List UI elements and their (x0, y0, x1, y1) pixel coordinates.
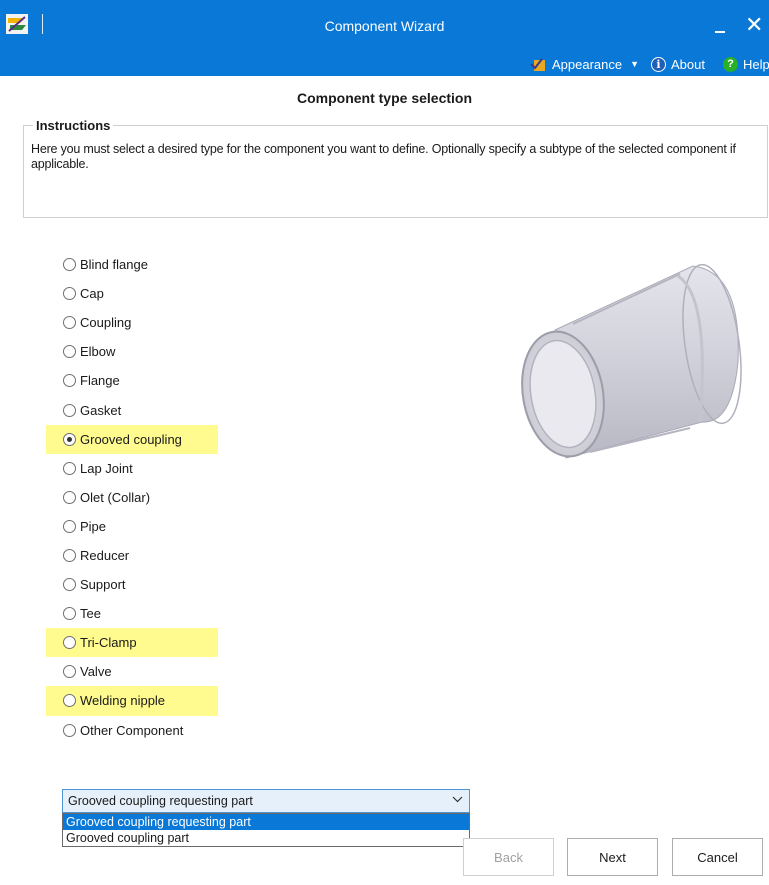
appearance-menu[interactable]: Appearance ▼ (530, 52, 639, 76)
dropdown-option[interactable]: Grooved coupling part (63, 830, 469, 846)
radio-option-label: Valve (80, 664, 112, 680)
radio-option[interactable]: Support (46, 570, 226, 599)
radio-button-icon[interactable] (63, 694, 76, 708)
radio-option-label: Lap Joint (80, 460, 133, 476)
radio-option[interactable]: Tee (46, 599, 226, 628)
component-preview-image (521, 263, 742, 459)
about-button[interactable]: i About (651, 52, 705, 76)
radio-option[interactable]: Welding nipple (46, 686, 218, 716)
radio-option-label: Other Component (80, 722, 184, 738)
radio-option-label: Pipe (80, 518, 107, 534)
radio-option[interactable]: Tri-Clamp (46, 628, 218, 658)
radio-option[interactable]: Valve (46, 657, 226, 686)
appearance-icon (530, 57, 545, 71)
cancel-button[interactable]: Cancel (672, 838, 763, 876)
about-label: About (671, 56, 705, 72)
minimize-button[interactable] (712, 20, 732, 40)
radio-option-label: Flange (80, 373, 120, 389)
subtype-dropdown-list: Grooved coupling requesting part Grooved … (62, 813, 470, 847)
subtype-selected-value: Grooved coupling requesting part (68, 794, 253, 808)
radio-option-label: Grooved coupling (80, 431, 182, 447)
radio-button-icon[interactable] (63, 578, 76, 592)
radio-button-icon[interactable] (63, 432, 76, 446)
radio-option-label: Gasket (80, 402, 122, 418)
title-bar: Component Wizard ✕ Appearance ▼ i About … (0, 0, 769, 76)
radio-button-icon[interactable] (63, 607, 76, 621)
radio-button-icon[interactable] (63, 548, 76, 562)
instructions-text: Here you must select a desired type for … (31, 142, 736, 171)
radio-option-label: Tri-Clamp (80, 635, 137, 651)
info-icon: i (651, 56, 666, 72)
radio-option-label: Coupling (80, 315, 132, 331)
help-label: Help (743, 56, 769, 72)
radio-option[interactable]: Gasket (46, 395, 226, 424)
close-button[interactable]: ✕ (745, 12, 769, 38)
help-button[interactable]: ? Help (723, 52, 769, 76)
radio-button-icon[interactable] (63, 316, 76, 330)
radio-button-icon[interactable] (63, 519, 76, 533)
radio-option[interactable]: Grooved coupling (46, 424, 218, 454)
page-title: Component type selection (296, 90, 473, 106)
radio-option[interactable]: Cap (46, 279, 226, 308)
radio-option[interactable]: Olet (Collar) (46, 483, 226, 512)
radio-button-icon[interactable] (63, 665, 76, 679)
radio-option[interactable]: Coupling (46, 308, 226, 337)
window-title: Component Wizard (324, 18, 445, 34)
radio-option[interactable]: Pipe (46, 512, 226, 541)
radio-option[interactable]: Lap Joint (46, 454, 226, 483)
radio-button-icon[interactable] (63, 461, 76, 475)
radio-option-label: Blind flange (80, 257, 148, 273)
radio-option-label: Cap (80, 286, 104, 302)
appearance-label: Appearance (552, 56, 623, 72)
radio-option[interactable]: Elbow (46, 337, 226, 366)
radio-option[interactable]: Flange (46, 366, 226, 395)
radio-option-label: Olet (Collar) (80, 489, 151, 505)
radio-option[interactable]: Blind flange (46, 250, 226, 279)
radio-option-label: Welding nipple (80, 693, 166, 709)
radio-option[interactable]: Other Component (46, 716, 226, 745)
radio-button-icon[interactable] (63, 374, 76, 388)
radio-button-icon[interactable] (63, 636, 76, 650)
radio-button-icon[interactable] (63, 258, 76, 272)
radio-option-label: Support (80, 577, 126, 593)
radio-button-icon[interactable] (63, 490, 76, 504)
back-button[interactable]: Back (463, 838, 554, 876)
chevron-down-icon: ▼ (630, 59, 640, 69)
subtype-select[interactable]: Grooved coupling requesting part (62, 789, 470, 813)
instructions-title: Instructions (33, 118, 114, 133)
radio-option-label: Tee (80, 606, 101, 622)
radio-button-icon[interactable] (63, 723, 76, 737)
component-type-list: Blind flange Cap Coupling Elbow Flange Gasket… (46, 250, 226, 745)
radio-button-icon[interactable] (63, 403, 76, 417)
radio-option-label: Elbow (80, 344, 116, 360)
dropdown-option[interactable]: Grooved coupling requesting part (63, 814, 469, 830)
next-button[interactable]: Next (567, 838, 658, 876)
radio-option[interactable]: Reducer (46, 541, 226, 570)
chevron-down-icon (452, 796, 463, 803)
radio-button-icon[interactable] (63, 345, 76, 359)
radio-button-icon[interactable] (63, 287, 76, 301)
radio-option-label: Reducer (80, 547, 130, 563)
help-icon: ? (723, 56, 738, 72)
ribbon: Appearance ▼ i About ? Help (0, 52, 769, 76)
